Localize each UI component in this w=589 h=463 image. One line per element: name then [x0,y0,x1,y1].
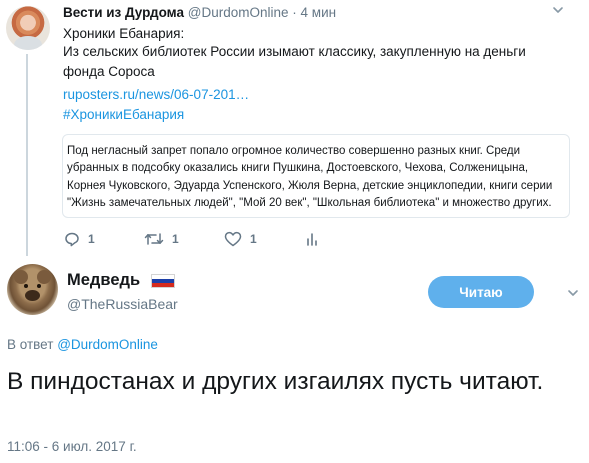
quote-card[interactable]: Под негласный запрет попало огромное кол… [62,134,570,218]
parent-tweet-text-line: Хроники Ебанария: [63,26,185,41]
reply-prefix: В ответ [7,337,54,352]
analytics-icon [307,233,317,246]
retweet-action[interactable]: 1 [144,228,179,250]
retweet-icon [144,233,164,245]
main-tweet-text: В пиндостанах и других изгаилях пусть чи… [7,368,544,395]
bear-eye [37,284,41,288]
like-action[interactable]: 1 [224,228,257,250]
quote-card-line: убранных в подсобку оказались книги Пушк… [67,162,529,174]
chevron-down-icon[interactable] [567,287,579,299]
parent-author-avatar[interactable] [6,6,50,50]
bear-ear [14,270,28,284]
parent-tweet-hashtag[interactable]: #ХроникиЕбанария [63,106,184,124]
bear-ear [37,270,51,284]
reply-icon [65,232,79,247]
reply-context: В ответ @DurdomOnline [7,337,158,352]
flag-stripe-red [152,283,174,287]
bear-eye [24,284,28,288]
analytics-action[interactable] [305,228,319,250]
main-author-name[interactable]: Медведь [67,271,140,290]
following-button[interactable]: Читаю [428,276,534,308]
quote-card-line: "Жизнь замечательных людей", "Мой 20 век… [67,197,552,209]
chevron-down-icon[interactable] [552,4,564,16]
heart-icon [224,231,242,247]
header-separator: · [292,5,297,20]
parent-tweet-text-line: фонда Сороса [63,64,155,79]
quote-card-line: Под негласный запрет попало огромное кол… [67,145,520,157]
thread-line [26,54,28,256]
main-author-avatar[interactable] [7,264,58,315]
main-author-handle[interactable]: @TheRussiaBear [67,296,178,312]
reply-to-link[interactable]: @DurdomOnline [57,337,158,352]
parent-author-handle[interactable]: @DurdomOnline [188,5,289,20]
reply-count: 1 [88,232,95,246]
like-count: 1 [250,232,257,246]
avatar-shirt [14,36,42,50]
parent-author-name[interactable]: Вести из Дурдома [63,5,184,20]
bear-snout [25,290,40,301]
retweet-count: 1 [172,232,179,246]
quote-card-line: Корнея Чуковского, Эдуарда Успенского, Ж… [67,180,553,192]
parent-tweet-header: Вести из Дурдома @DurdomOnline · 4 мин [63,5,336,20]
parent-tweet-link[interactable]: ruposters.ru/news/06-07-201… [63,86,249,104]
tweet-timestamp[interactable]: 11:06 - 6 июл. 2017 г. [7,439,137,454]
reply-action[interactable]: 1 [64,228,95,250]
russia-flag-icon [151,274,175,288]
parent-tweet-text-line: Из сельских библиотек России изымают кла… [63,44,526,59]
parent-tweet-time[interactable]: 4 мин [301,5,337,20]
